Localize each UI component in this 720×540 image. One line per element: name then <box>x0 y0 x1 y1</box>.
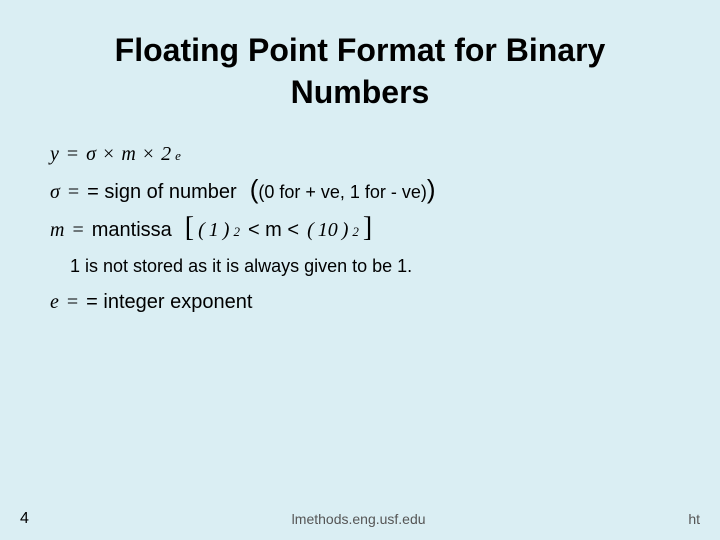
m-var-y: m <box>121 143 135 166</box>
exponent-e: e <box>175 148 181 164</box>
m-description: mantissa <box>92 219 172 242</box>
slide-title: Floating Point Format for Binary Numbers <box>50 30 670 113</box>
m-upper-paren-close: ) <box>342 219 349 242</box>
m-var: m <box>50 219 64 242</box>
content-area: y = σ × m × 2e σ = = sign of number ((0 … <box>50 143 670 314</box>
m-lower-paren-close: ) <box>223 219 230 242</box>
formula-y-row: y = σ × m × 2e <box>50 143 670 166</box>
bracket-open: [ <box>185 214 194 242</box>
ht-text: ht <box>688 511 700 527</box>
formula-sigma-row: σ = = sign of number ((0 for + ve, 1 for… <box>50 176 670 204</box>
m-lt-sym: < m < <box>248 219 299 242</box>
sigma-var: σ <box>50 181 60 204</box>
e-description: = integer exponent <box>86 291 252 314</box>
title-line2: Numbers <box>291 74 430 110</box>
sigma-paren-text: ((0 for + ve, 1 for - ve)) <box>250 176 436 203</box>
url-text: lmethods.eng.usf.edu <box>292 511 426 527</box>
bottom-bar: 4 lmethods.eng.usf.edu ht <box>0 510 720 528</box>
m-lower-val: 1 <box>209 219 219 242</box>
times2: × <box>143 143 154 166</box>
bracket-close: ] <box>363 214 372 242</box>
slide: Floating Point Format for Binary Numbers… <box>0 0 720 540</box>
e-var: e <box>50 291 59 314</box>
m-upper-val: 10 <box>318 219 338 242</box>
y-var: y <box>50 143 59 166</box>
formula-e-row: e = = integer exponent <box>50 291 670 314</box>
note-line: 1 is not stored as it is always given to… <box>70 256 670 277</box>
formula-m-row: m = mantissa [ ( 1 ) 2 < m < ( 10 ) 2 ] <box>50 214 670 242</box>
e-equals-sign: = <box>67 291 78 314</box>
note-text: 1 is not stored as it is always given to… <box>70 256 412 276</box>
sigma-var-y: σ <box>86 143 96 166</box>
slide-number: 4 <box>20 510 29 528</box>
title-line1: Floating Point Format for Binary <box>115 32 606 68</box>
m-lower-paren-open: ( <box>198 219 205 242</box>
y-equals: = <box>67 143 78 166</box>
times1: × <box>103 143 114 166</box>
sigma-description: = sign of number <box>87 181 237 204</box>
m-lower-sub: 2 <box>233 224 240 240</box>
base2: 2 <box>161 143 171 166</box>
sigma-equals-sign: = <box>68 181 79 204</box>
m-upper-paren-open: ( <box>307 219 314 242</box>
m-upper-sub: 2 <box>352 224 359 240</box>
m-equals-sign: = <box>72 219 83 242</box>
